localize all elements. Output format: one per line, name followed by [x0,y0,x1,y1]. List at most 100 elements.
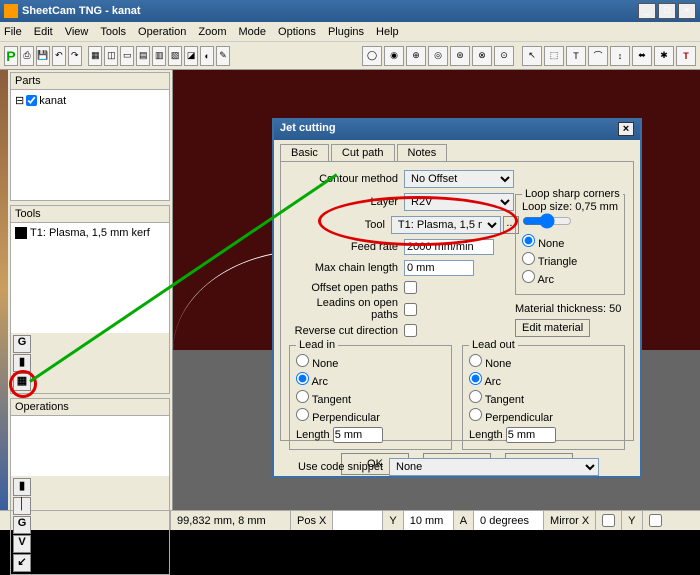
mirror-y-check[interactable] [649,514,662,527]
leadout-none[interactable]: None [469,354,618,370]
tool-icon-2[interactable]: 💾 [36,46,50,66]
view-icon-5[interactable]: ▥ [152,46,166,66]
menu-mode[interactable]: Mode [238,26,266,38]
op-icon-3[interactable]: ⊕ [406,46,426,66]
material-thickness-label: Material thickness: 50 [515,303,625,315]
status-y-label: Y [382,511,402,530]
view-icon-3[interactable]: ▭ [120,46,134,66]
tool-select[interactable]: T1: Plasma, 1,5 mm kerf [391,216,501,234]
tools-panel: Tools T1: Plasma, 1,5 mm kerf G ▮ ▦ [10,205,170,394]
tool-label: T1: Plasma, 1,5 mm kerf [30,227,150,239]
chain-input[interactable] [404,260,474,276]
op-icon-7[interactable]: ⊙ [494,46,514,66]
status-mirror-label: Mirror X [543,511,595,530]
bar-button[interactable]: ▮ [13,354,31,372]
ops-header: Operations [11,399,169,416]
leadin-arc[interactable]: Arc [296,372,445,388]
edit-material-button[interactable]: Edit material [515,319,590,337]
leadout-arc[interactable]: Arc [469,372,618,388]
op-icon-4[interactable]: ◎ [428,46,448,66]
leadins-open-check[interactable] [404,303,417,316]
text-icon[interactable]: T [676,46,696,66]
status-coords: 99,832 mm, 8 mm [170,511,290,530]
leadout-tangent[interactable]: Tangent [469,390,618,406]
loop-none[interactable]: None [522,234,618,250]
tool-item[interactable]: T1: Plasma, 1,5 mm kerf [15,227,165,239]
measure-icon[interactable]: ↕ [610,46,630,66]
reverse-cut-check[interactable] [404,324,417,337]
tab-basic[interactable]: Basic [280,144,329,161]
view-icon-2[interactable]: ◫ [104,46,118,66]
view-icon-7[interactable]: ◪ [184,46,198,66]
op-v-button[interactable]: V [13,535,31,553]
menu-tools[interactable]: Tools [100,26,126,38]
view-icon-4[interactable]: ▤ [136,46,150,66]
jet-cutting-dialog: Jet cutting × Basic Cut path Notes Conto… [272,118,642,478]
menu-help[interactable]: Help [376,26,399,38]
snippet-select[interactable]: None [389,458,599,476]
dim-icon[interactable]: ⬌ [632,46,652,66]
part-checkbox[interactable] [26,95,37,106]
leadin-none[interactable]: None [296,354,445,370]
offset-open-check[interactable] [404,281,417,294]
tool-icon-1[interactable]: ⎙ [20,46,34,66]
op-icon-5[interactable]: ⊛ [450,46,470,66]
op-icon-2[interactable]: ◉ [384,46,404,66]
grid-button[interactable]: ▦ [13,373,31,391]
tool-icon-3[interactable]: ↶ [52,46,66,66]
op-arrow-button[interactable]: ↙ [13,554,31,572]
leadout-perp[interactable]: Perpendicular [469,408,618,424]
post-icon[interactable]: P [4,46,18,66]
titlebar: SheetCam TNG - kanat _ □ × [0,0,700,22]
g-button[interactable]: G [13,335,31,353]
loop-triangle[interactable]: Triangle [522,252,618,268]
close-button[interactable]: × [678,3,696,19]
maximize-button[interactable]: □ [658,3,676,19]
view-icon-1[interactable]: ▦ [88,46,102,66]
view-icon-8[interactable]: ◐ [200,46,214,66]
op-icon-6[interactable]: ⊗ [472,46,492,66]
part-item[interactable]: ⊟ kanat [15,94,165,107]
app-title: SheetCam TNG - kanat [22,5,638,17]
cursor-icon[interactable]: ↖ [522,46,542,66]
leadin-length-label: Length [296,429,330,441]
status-a-val[interactable]: 0 degrees [473,511,543,530]
menu-operation[interactable]: Operation [138,26,186,38]
status-posx-val[interactable] [332,511,382,530]
tab-notes[interactable]: Notes [397,144,448,161]
leadin-title: Lead in [296,339,338,351]
menu-options[interactable]: Options [278,26,316,38]
leadout-length-input[interactable] [506,427,556,443]
tab-cutpath[interactable]: Cut path [331,144,395,161]
status-y-val[interactable]: 10 mm [403,511,453,530]
contour-select[interactable]: No Offset [404,170,514,188]
menu-plugins[interactable]: Plugins [328,26,364,38]
menu-view[interactable]: View [65,26,89,38]
minimize-button[interactable]: _ [638,3,656,19]
menu-zoom[interactable]: Zoom [198,26,226,38]
loop-corners-group: Loop sharp corners Loop size: 0,75 mm No… [515,194,625,295]
snap-icon[interactable]: ✱ [654,46,674,66]
menu-file[interactable]: File [4,26,22,38]
menu-edit[interactable]: Edit [34,26,53,38]
leadin-perp[interactable]: Perpendicular [296,408,445,424]
tan-icon[interactable]: T [566,46,586,66]
leadin-tangent[interactable]: Tangent [296,390,445,406]
loop-arc[interactable]: Arc [522,270,618,286]
chain-label: Max chain length [289,262,404,274]
layer-select[interactable]: R2V [404,193,514,211]
loop-title: Loop sharp corners [522,188,623,200]
mirror-x-check[interactable] [602,514,615,527]
op-add-button[interactable]: ▮ [13,478,31,496]
dialog-close-button[interactable]: × [618,122,634,136]
pencil-icon[interactable]: ✎ [216,46,230,66]
select-icon[interactable]: ⬚ [544,46,564,66]
loop-slider[interactable] [522,213,572,229]
view-icon-6[interactable]: ▧ [168,46,182,66]
leadin-length-input[interactable] [333,427,383,443]
tree-expander-icon[interactable]: ⊟ [15,94,24,107]
op-icon-1[interactable]: ◯ [362,46,382,66]
feed-input[interactable] [404,239,494,255]
arc-tool-icon[interactable]: ⌒ [588,46,608,66]
tool-icon-4[interactable]: ↷ [68,46,82,66]
